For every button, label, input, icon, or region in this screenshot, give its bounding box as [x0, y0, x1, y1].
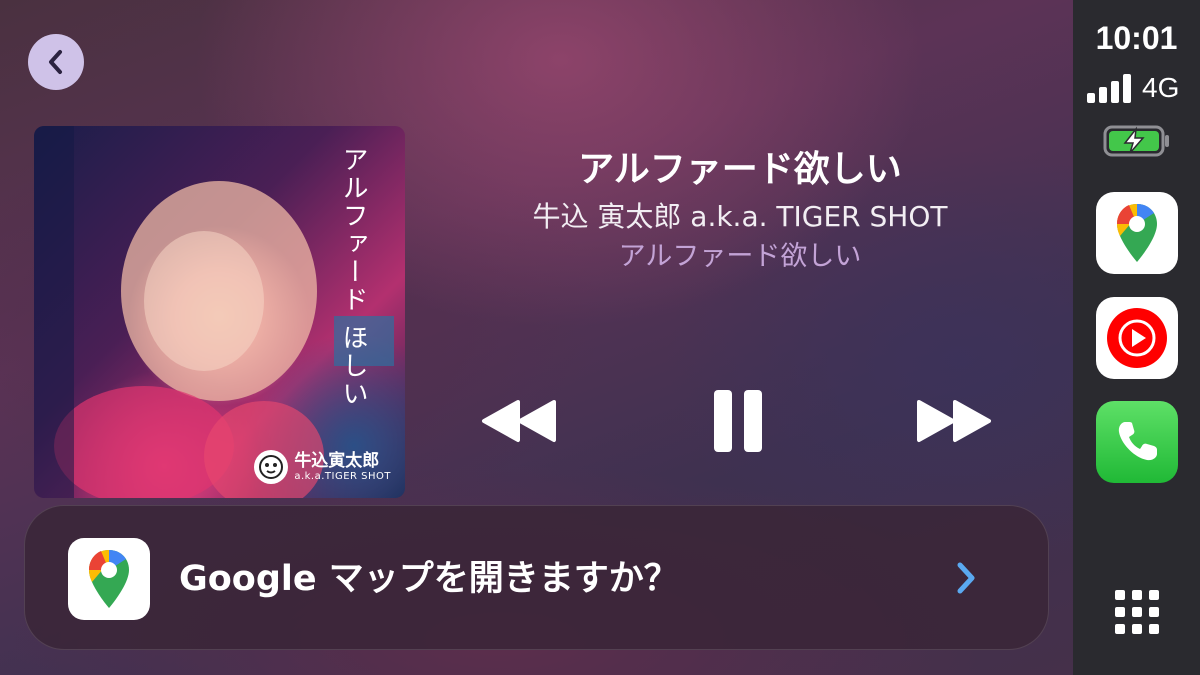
battery-charging-icon [1103, 125, 1171, 161]
fast-forward-icon [917, 400, 991, 442]
fast-forward-button[interactable] [915, 398, 993, 448]
network-type: 4G [1142, 72, 1180, 103]
track-info: アルファード欲しい 牛込 寅太郎 a.k.a. TIGER SHOT アルファー… [440, 140, 1040, 280]
back-button[interactable] [28, 34, 84, 90]
pause-icon [714, 390, 762, 452]
open-maps-prompt: Google マップを開きますか？ [179, 559, 679, 599]
album-art-artist-jp: 牛込寅太郎 [294, 451, 380, 472]
rewind-button[interactable] [480, 398, 558, 448]
now-playing-area: アルファード ほしい 牛込寅太郎 a.k.a.TIGER SHOT アルファード… [0, 0, 1073, 675]
pause-button[interactable] [708, 388, 768, 458]
google-maps-icon [1117, 204, 1157, 262]
google-maps-icon [68, 538, 150, 620]
dock-phone-app[interactable] [1096, 401, 1178, 483]
youtube-music-icon [1107, 308, 1167, 368]
track-album: アルファード欲しい [618, 241, 862, 272]
signal-bars-icon [1087, 74, 1131, 103]
dock-google-maps-app[interactable] [1096, 192, 1178, 274]
carplay-screen: アルファード ほしい 牛込寅太郎 a.k.a.TIGER SHOT アルファード… [0, 0, 1200, 675]
chevron-right-icon [955, 560, 977, 600]
app-grid-icon [1115, 590, 1159, 634]
phone-icon [1118, 422, 1157, 461]
album-artwork: アルファード ほしい 牛込寅太郎 a.k.a.TIGER SHOT [34, 126, 405, 498]
playback-controls [470, 384, 1010, 460]
tiger-logo-icon [254, 450, 289, 484]
status-clock: 10:01 [1095, 20, 1178, 56]
chevron-left-icon [49, 50, 62, 74]
album-art-artist-en: a.k.a.TIGER SHOT [294, 470, 391, 482]
track-artist: 牛込 寅太郎 a.k.a. TIGER SHOT [532, 200, 948, 233]
album-art-title: アルファード ほしい [338, 146, 368, 409]
open-maps-banner[interactable]: Google マップを開きますか？ [24, 505, 1049, 650]
app-grid-button[interactable] [1115, 590, 1159, 634]
dock-youtube-music-app[interactable] [1096, 297, 1178, 379]
album-art-credit: 牛込寅太郎 a.k.a.TIGER SHOT [254, 450, 391, 484]
cellular-status: 4G [1086, 72, 1179, 104]
carplay-dock: 10:01 4G [1073, 0, 1200, 675]
rewind-icon [482, 400, 556, 442]
track-title: アルファード欲しい [578, 149, 902, 190]
